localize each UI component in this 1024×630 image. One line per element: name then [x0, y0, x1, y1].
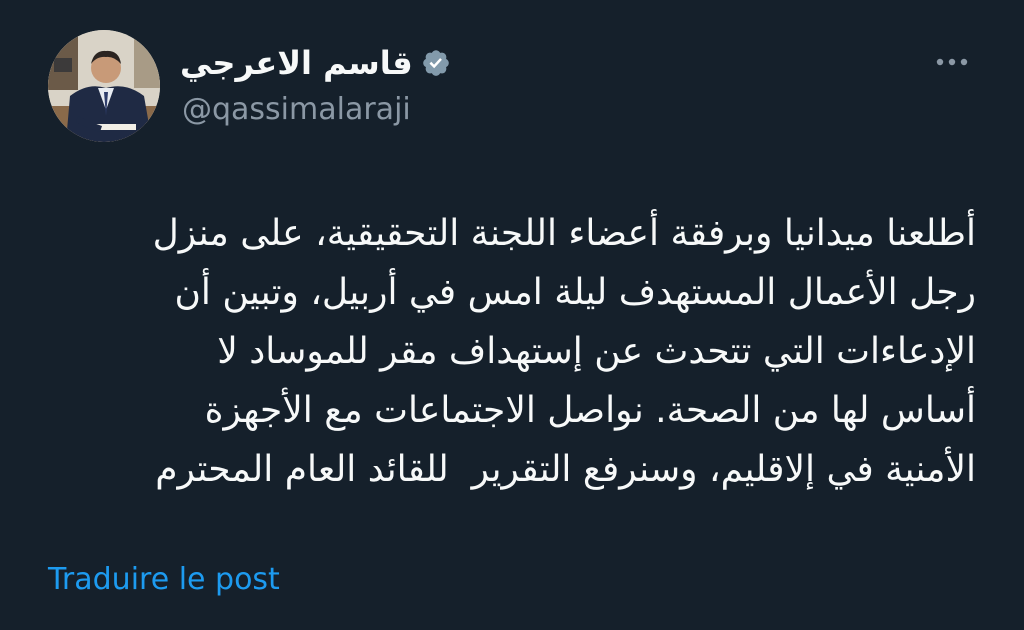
avatar[interactable] [48, 30, 160, 142]
verified-badge-icon [421, 48, 451, 78]
author-name-row[interactable]: قاسم الاعرجي [180, 40, 451, 86]
author-handle[interactable]: @qassimalaraji [182, 90, 411, 130]
author-display-name[interactable]: قاسم الاعرجي [180, 40, 413, 86]
more-options-button[interactable] [930, 44, 974, 80]
avatar-photo [48, 30, 160, 142]
translate-post-link[interactable]: Traduire le post [48, 560, 280, 600]
more-dots-icon [936, 58, 968, 66]
tweet-text: أطلعنا ميدانيا وبرفقة أعضاء اللجنة التحق… [152, 213, 976, 490]
